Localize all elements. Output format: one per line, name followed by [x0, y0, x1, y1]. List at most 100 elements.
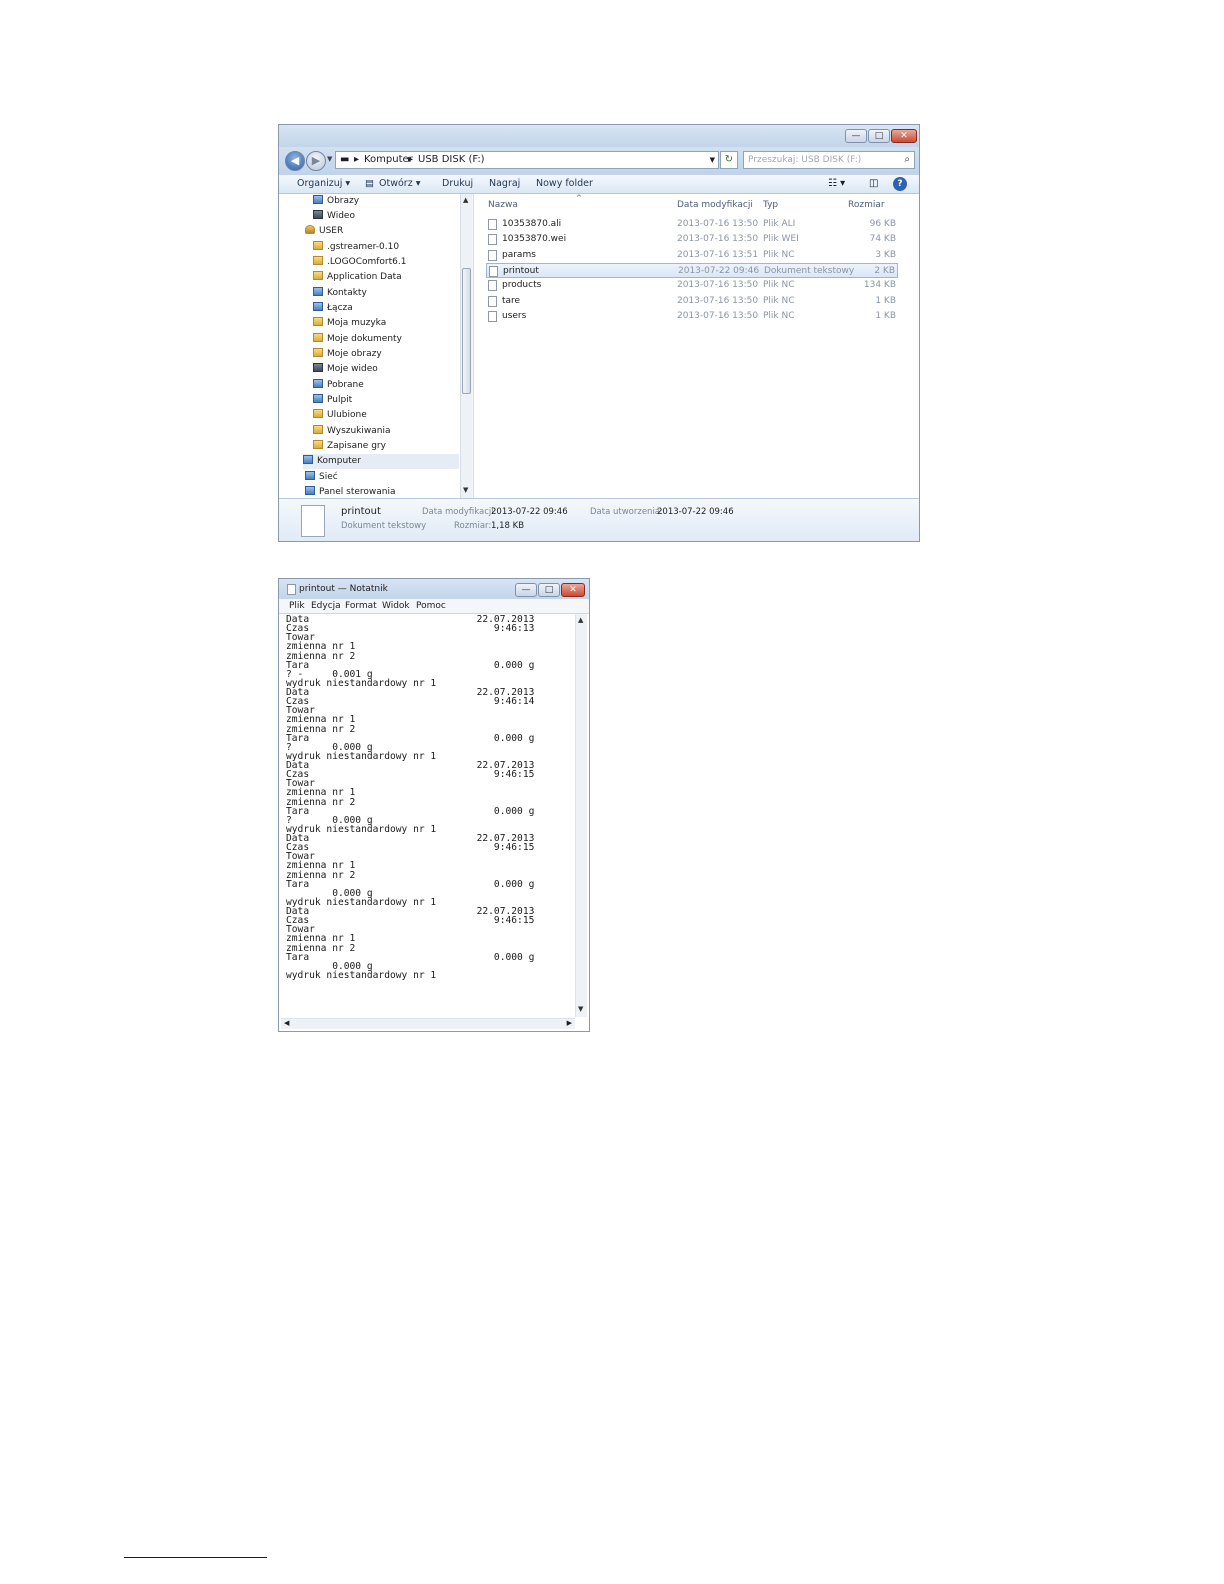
file-icon: [488, 250, 497, 261]
nav-item-wideo[interactable]: Wideo: [313, 209, 355, 224]
explorer-window: — □ ✕ ◀ ▶ ▼ ▬ ▸ Komputer ▸ USB DISK (F:)…: [278, 124, 920, 542]
minimize-button[interactable]: —: [845, 129, 867, 143]
search-input[interactable]: Przeszukaj: USB DISK (F:) ⌕: [743, 151, 915, 169]
command-bar: Organizuj ▾ ▤ Otwórz ▾ Drukuj Nagraj Now…: [279, 175, 919, 194]
organize-button[interactable]: Organizuj ▾: [297, 175, 350, 193]
file-row[interactable]: tare 2013-07-16 13:50 Plik NC 1 KB: [486, 294, 898, 309]
file-row[interactable]: 10353870.ali 2013-07-16 13:50 Plik ALI 9…: [486, 217, 898, 232]
refresh-icon[interactable]: ↻: [720, 151, 738, 169]
nav-item-ulubione[interactable]: Ulubione: [313, 408, 367, 423]
address-dropdown-icon[interactable]: ▼: [710, 152, 715, 168]
nav-item-zapisane-gry[interactable]: Zapisane gry: [313, 439, 386, 454]
nav-item-moje-dokumenty[interactable]: Moje dokumenty: [313, 332, 402, 347]
nav-item-obrazy[interactable]: Obrazy: [313, 194, 359, 209]
nav-item-moja-muzyka[interactable]: Moja muzyka: [313, 316, 386, 331]
nav-item-moje-wideo[interactable]: Moje wideo: [313, 362, 378, 377]
file-row[interactable]: users 2013-07-16 13:50 Plik NC 1 KB: [486, 309, 898, 324]
breadcrumb-usb-disk[interactable]: USB DISK (F:): [418, 152, 485, 168]
notepad-icon: [287, 584, 296, 595]
menu-plik[interactable]: Plik: [289, 599, 305, 613]
downloads-icon: [313, 379, 323, 388]
file-row[interactable]: params 2013-07-16 13:51 Plik NC 3 KB: [486, 248, 898, 263]
explorer-titlebar[interactable]: — □ ✕: [279, 125, 919, 147]
searches-icon: [313, 425, 323, 434]
details-file-name: printout: [341, 506, 381, 517]
file-icon: [488, 311, 497, 322]
nav-item-lacza[interactable]: Łącza: [313, 301, 353, 316]
menu-pomoc[interactable]: Pomoc: [416, 599, 446, 613]
details-pane: printout Dokument tekstowy Data modyfika…: [279, 498, 919, 541]
view-options-icon[interactable]: ☷ ▾: [828, 175, 845, 193]
forward-button[interactable]: ▶: [306, 151, 326, 171]
scroll-right-icon[interactable]: ▶: [567, 1019, 572, 1027]
folder-icon: [313, 333, 323, 342]
search-placeholder: Przeszukaj: USB DISK (F:): [748, 155, 862, 165]
scroll-down-icon[interactable]: ▼: [578, 1005, 583, 1013]
maximize-button[interactable]: □: [538, 583, 560, 597]
footnote-separator-line: [124, 1557, 267, 1558]
notepad-window: printout — Notatnik — □ ✕ Plik Edycja Fo…: [278, 578, 590, 1032]
file-icon: [488, 219, 497, 230]
back-button[interactable]: ◀: [285, 151, 305, 171]
nav-item-komputer[interactable]: Komputer: [303, 454, 459, 469]
nav-pane-scrollbar[interactable]: ▲ ▼: [460, 194, 472, 498]
nav-item-application-data[interactable]: Application Data: [313, 270, 402, 285]
notepad-text-area[interactable]: Data 22.07.2013 Czas 9:46:13 Towar zmien…: [286, 615, 572, 1011]
minimize-button[interactable]: —: [515, 583, 537, 597]
file-row[interactable]: 10353870.wei 2013-07-16 13:50 Plik WEI 7…: [486, 232, 898, 247]
breadcrumb-separator[interactable]: ▸: [354, 152, 359, 168]
preview-pane-icon[interactable]: ◫: [869, 175, 878, 193]
navigation-pane: Obrazy Wideo USER .gstreamer-0.10 .LOGOC…: [279, 194, 471, 498]
file-row-selected[interactable]: printout 2013-07-22 09:46 Dokument tekst…: [486, 263, 898, 278]
scroll-down-icon[interactable]: ▼: [463, 486, 468, 494]
search-icon[interactable]: ⌕: [904, 152, 910, 168]
address-bar[interactable]: ▬ ▸ Komputer ▸ USB DISK (F:) ▼: [335, 151, 719, 169]
sort-arrow-icon: ^: [576, 194, 582, 202]
close-button[interactable]: ✕: [561, 583, 585, 597]
nav-item-pulpit[interactable]: Pulpit: [313, 393, 352, 408]
details-file-kind: Dokument tekstowy: [341, 521, 427, 531]
nav-item-kontakty[interactable]: Kontakty: [313, 286, 367, 301]
breadcrumb-separator[interactable]: ▸: [408, 152, 413, 168]
nav-item-wyszukiwania[interactable]: Wyszukiwania: [313, 424, 391, 439]
scroll-up-icon[interactable]: ▲: [578, 616, 583, 624]
column-header-type[interactable]: Typ: [763, 200, 778, 210]
nav-item-pobrane[interactable]: Pobrane: [313, 378, 364, 393]
maximize-button[interactable]: □: [868, 129, 890, 143]
saved-games-icon: [313, 440, 323, 449]
menu-edycja[interactable]: Edycja: [311, 599, 341, 613]
recent-pages-chevron-icon[interactable]: ▼: [327, 155, 332, 163]
nav-item-siec[interactable]: Sieć: [305, 470, 338, 485]
column-header-name[interactable]: Nazwa: [488, 200, 518, 210]
open-button[interactable]: Otwórz ▾: [379, 175, 420, 193]
favorites-icon: [313, 409, 323, 418]
column-header-modified[interactable]: Data modyfikacji: [677, 200, 753, 210]
menu-widok[interactable]: Widok: [382, 599, 410, 613]
nav-item-logocomfort[interactable]: .LOGOComfort6.1: [313, 255, 406, 270]
scroll-left-icon[interactable]: ◀: [284, 1019, 289, 1027]
notepad-vertical-scrollbar[interactable]: ▲ ▼: [575, 614, 587, 1017]
nav-item-user[interactable]: USER: [305, 224, 343, 239]
breadcrumb-computer[interactable]: Komputer: [364, 152, 413, 168]
control-panel-icon: [305, 486, 315, 495]
column-header-size[interactable]: Rozmiar: [848, 200, 885, 210]
nav-item-panel-sterowania[interactable]: Panel sterowania: [305, 485, 396, 498]
print-button[interactable]: Drukuj: [442, 175, 473, 193]
help-icon[interactable]: ?: [893, 177, 907, 191]
open-icon: ▤: [365, 178, 374, 189]
nav-item-gstreamer[interactable]: .gstreamer-0.10: [313, 240, 399, 255]
nav-item-moje-obrazy[interactable]: Moje obrazy: [313, 347, 382, 362]
address-row: ◀ ▶ ▼ ▬ ▸ Komputer ▸ USB DISK (F:) ▼ ↻ P…: [279, 147, 919, 175]
burn-button[interactable]: Nagraj: [489, 175, 520, 193]
new-folder-button[interactable]: Nowy folder: [536, 175, 593, 193]
file-list: Nazwa ^ Data modyfikacji Typ Rozmiar 103…: [473, 194, 919, 498]
notepad-horizontal-scrollbar[interactable]: ◀ ▶: [281, 1018, 575, 1029]
file-row[interactable]: products 2013-07-16 13:50 Plik NC 134 KB: [486, 278, 898, 293]
video-icon: [313, 210, 323, 219]
menu-format[interactable]: Format: [345, 599, 377, 613]
scroll-up-icon[interactable]: ▲: [463, 196, 468, 204]
details-created-label: Data utworzenia:: [590, 507, 663, 517]
notepad-titlebar[interactable]: printout — Notatnik — □ ✕: [279, 579, 589, 599]
close-button[interactable]: ✕: [891, 129, 917, 143]
scroll-thumb[interactable]: [462, 268, 471, 394]
